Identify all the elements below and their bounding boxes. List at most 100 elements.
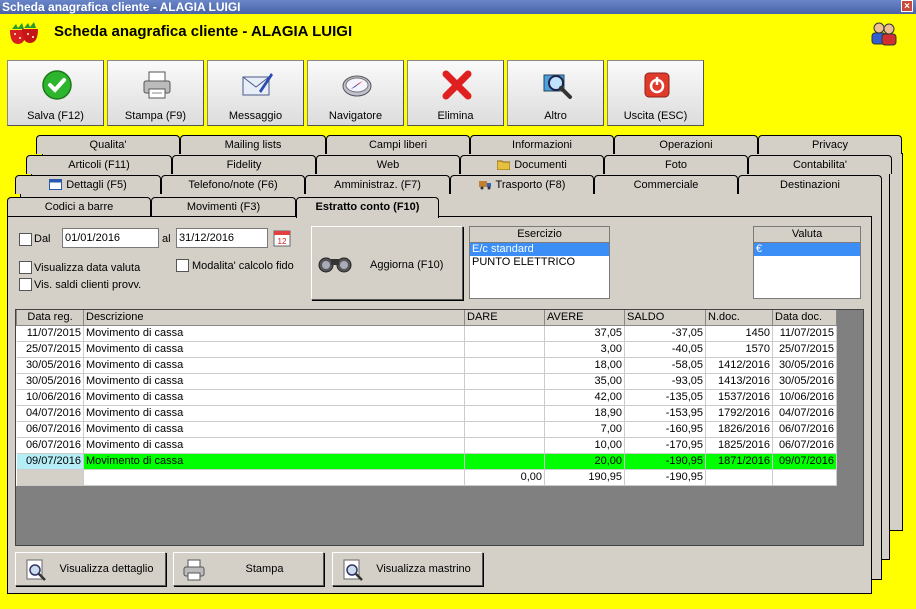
total-dare: 0,00: [464, 468, 545, 486]
cell-n-doc: 1413/2016: [705, 373, 773, 390]
totals-row: 0,00 190,95 -190,95: [16, 468, 837, 486]
exit-icon: [644, 72, 670, 98]
users-icon[interactable]: [870, 20, 898, 46]
cell-avere: 20,00: [544, 453, 625, 470]
tab-commerciale[interactable]: Commerciale: [594, 175, 738, 194]
col-header-dare[interactable]: DARE: [464, 310, 545, 326]
navigator-button[interactable]: Navigatore: [307, 60, 404, 126]
tab-operazioni[interactable]: Operazioni: [614, 135, 758, 154]
tab-campi-liberi[interactable]: Campi liberi: [326, 135, 470, 154]
header: Scheda anagrafica cliente - ALAGIA LUIGI: [0, 14, 916, 54]
tab-estratto-conto[interactable]: Estratto conto (F10): [296, 197, 439, 218]
movements-grid[interactable]: Data reg. Descrizione DARE AVERE SALDO N…: [15, 309, 864, 546]
tab-destinazioni[interactable]: Destinazioni: [738, 175, 882, 194]
tab-codici-a-barre[interactable]: Codici a barre: [7, 197, 151, 216]
esercizio-item[interactable]: PUNTO ELETTRICO: [470, 256, 609, 269]
tab-fidelity[interactable]: Fidelity: [172, 155, 316, 174]
valuta-listbox[interactable]: Valuta €: [753, 226, 861, 299]
table-row[interactable]: 30/05/2016 Movimento di cassa 35,00 -93,05 1…: [16, 373, 837, 390]
tab-privacy[interactable]: Privacy: [758, 135, 902, 154]
cell-avere: 18,90: [544, 405, 625, 422]
cell-dare: [464, 405, 545, 422]
date-from-input[interactable]: 01/01/2016: [62, 228, 159, 248]
col-header-data-reg[interactable]: Data reg.: [16, 310, 84, 326]
cell-avere: 42,00: [544, 389, 625, 406]
tab-telefono-note[interactable]: Telefono/note (F6): [161, 175, 305, 194]
table-row[interactable]: 06/07/2016 Movimento di cassa 10,00 -170,95…: [16, 437, 837, 454]
col-header-descrizione[interactable]: Descrizione: [83, 310, 465, 326]
table-row[interactable]: 06/07/2016 Movimento di cassa 7,00 -160,95 1…: [16, 421, 837, 438]
table-row[interactable]: 04/07/2016 Movimento di cassa 18,90 -153,95…: [16, 405, 837, 422]
esercizio-listbox[interactable]: Esercizio E/c standard PUNTO ELETTRICO: [469, 226, 610, 299]
aggiorna-label: Aggiorna (F10): [370, 259, 444, 271]
cell-avere: 10,00: [544, 437, 625, 454]
movements-table: Data reg. Descrizione DARE AVERE SALDO N…: [16, 310, 837, 486]
grid-header-row: Data reg. Descrizione DARE AVERE SALDO N…: [16, 310, 837, 326]
dal-checkbox[interactable]: [19, 233, 32, 246]
table-row[interactable]: 25/07/2015 Movimento di cassa 3,00 -40,05 15…: [16, 341, 837, 358]
table-row[interactable]: 11/07/2015 Movimento di cassa 37,05 -37,05 1…: [16, 325, 837, 342]
save-button[interactable]: Salva (F12): [7, 60, 104, 126]
table-row[interactable]: 10/06/2016 Movimento di cassa 42,00 -135,05…: [16, 389, 837, 406]
esercizio-item[interactable]: E/c standard: [470, 243, 609, 256]
total-data-reg: [16, 468, 84, 486]
valuta-item[interactable]: €: [754, 243, 860, 256]
delete-button[interactable]: Elimina: [407, 60, 504, 126]
visualizza-dettaglio-button[interactable]: Visualizza dettaglio: [15, 552, 166, 586]
tab-amministraz[interactable]: Amministraz. (F7): [305, 175, 450, 194]
tab-trasporto[interactable]: Trasporto (F8): [450, 175, 594, 194]
tab-informazioni[interactable]: Informazioni: [470, 135, 614, 154]
col-header-data-doc[interactable]: Data doc.: [772, 310, 837, 326]
tab-documenti[interactable]: Documenti: [460, 155, 604, 174]
table-row-selected[interactable]: 09/07/2016 Movimento di cassa 20,00 -190,95…: [16, 453, 837, 470]
cell-data-reg: 11/07/2015: [16, 325, 84, 342]
cell-data-doc: 30/05/2016: [772, 373, 837, 390]
tab-web[interactable]: Web: [316, 155, 460, 174]
stampa-button[interactable]: Stampa: [173, 552, 324, 586]
table-row[interactable]: 30/05/2016 Movimento di cassa 18,00 -58,05 1…: [16, 357, 837, 374]
tab-qualita[interactable]: Qualita': [36, 135, 180, 154]
col-header-n-doc[interactable]: N.doc.: [705, 310, 773, 326]
cell-data-reg: 06/07/2016: [16, 421, 84, 438]
tab-articoli[interactable]: Articoli (F11): [26, 155, 172, 174]
cell-n-doc: 1826/2016: [705, 421, 773, 438]
cell-n-doc: 1412/2016: [705, 357, 773, 374]
estratto-conto-panel: Dal 01/01/2016 al 31/12/2016 12 Visualiz…: [7, 216, 872, 594]
navigator-button-label: Navigatore: [328, 110, 383, 122]
tab-movimenti[interactable]: Movimenti (F3): [151, 197, 296, 216]
total-n-doc: [705, 468, 773, 486]
compass-icon: [342, 75, 372, 97]
date-to-input[interactable]: 31/12/2016: [176, 228, 268, 248]
tab-mailing-lists[interactable]: Mailing lists: [180, 135, 326, 154]
col-header-avere[interactable]: AVERE: [544, 310, 625, 326]
binoculars-icon: [318, 257, 352, 273]
cell-dare: [464, 389, 545, 406]
cell-n-doc: 1570: [705, 341, 773, 358]
modalita-fido-checkbox[interactable]: [176, 259, 189, 272]
cell-descrizione: Movimento di cassa: [83, 405, 465, 422]
cell-saldo: -58,05: [624, 357, 706, 374]
vis-saldi-checkbox[interactable]: [19, 278, 32, 291]
other-button[interactable]: Altro: [507, 60, 604, 126]
cell-descrizione: Movimento di cassa: [83, 389, 465, 406]
col-header-saldo[interactable]: SALDO: [624, 310, 706, 326]
calendar-picker-icon[interactable]: 12: [273, 229, 291, 247]
message-button[interactable]: Messaggio: [207, 60, 304, 126]
print-button[interactable]: Stampa (F9): [107, 60, 204, 126]
aggiorna-button[interactable]: Aggiorna (F10): [311, 226, 463, 300]
exit-button[interactable]: Uscita (ESC): [607, 60, 704, 126]
tab-foto[interactable]: Foto: [604, 155, 748, 174]
cell-avere: 37,05: [544, 325, 625, 342]
cell-data-doc: 04/07/2016: [772, 405, 837, 422]
delete-x-icon: [442, 70, 472, 100]
print-button-label: Stampa (F9): [124, 110, 187, 122]
dal-label: Dal: [34, 233, 51, 245]
visualizza-mastrino-button[interactable]: Visualizza mastrino: [332, 552, 483, 586]
cell-saldo: -40,05: [624, 341, 706, 358]
visualizza-data-valuta-checkbox[interactable]: [19, 261, 32, 274]
magnifier-icon: [543, 74, 572, 99]
tab-dettagli[interactable]: Dettagli (F5): [15, 175, 161, 194]
window-close-button[interactable]: ×: [901, 0, 913, 12]
cell-data-doc: 25/07/2015: [772, 341, 837, 358]
tab-contabilita[interactable]: Contabilita': [748, 155, 892, 174]
